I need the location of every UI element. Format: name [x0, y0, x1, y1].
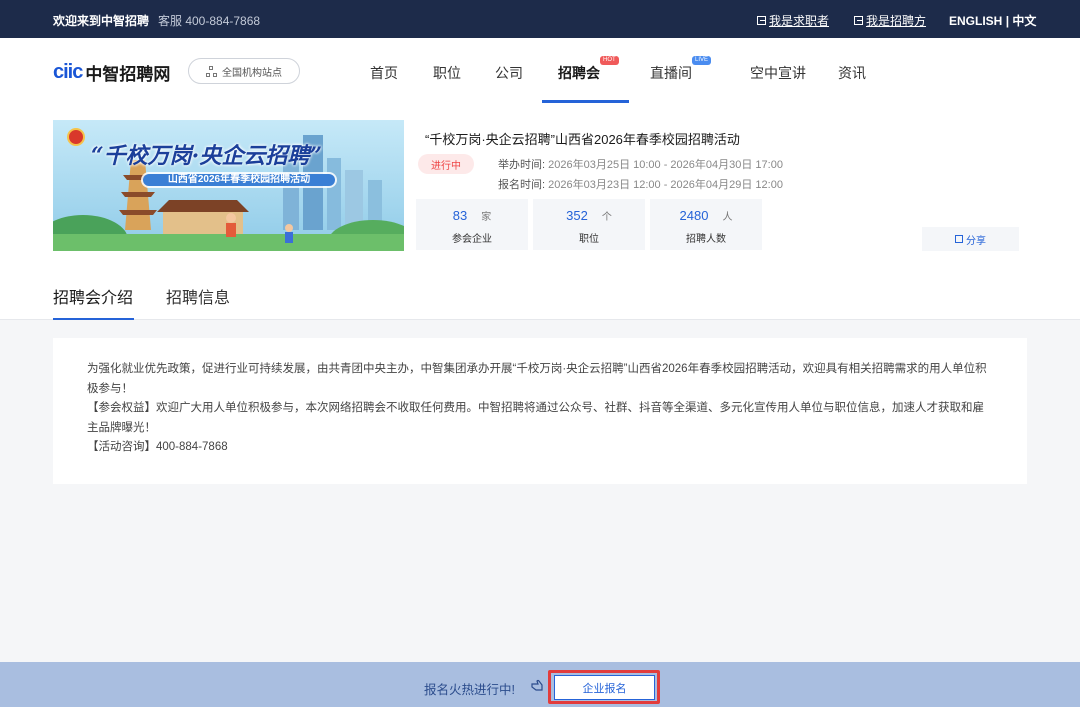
stat-unit: 个 [601, 212, 612, 223]
stat-headcount: 2480 人 招聘人数 [650, 199, 762, 250]
event-title: “千校万岗·央企云招聘”山西省2026年春季校园招聘活动 [425, 132, 740, 147]
event-section: “千校万岗·央企云招聘” 山西省2026年春季校园招聘活动 “千校万岗·央企云招… [0, 103, 1080, 320]
hot-badge: HOT [600, 56, 619, 65]
nav-job-fair[interactable]: 招聘会 [558, 63, 600, 83]
stat-value: 83 [452, 208, 468, 223]
hold-time-row: 举办时间: 2026年03月25日 10:00 - 2026年04月30日 17… [498, 156, 783, 172]
top-bar: 欢迎来到中智招聘 客服 400-884-7868 我是求职者 我是招聘方 ENG… [0, 0, 1080, 38]
tab-recruitment-info[interactable]: 招聘信息 [166, 284, 230, 308]
stat-caption: 参会企业 [452, 234, 492, 245]
nav-jobs[interactable]: 职位 [433, 63, 461, 83]
nav-home[interactable]: 首页 [370, 63, 398, 83]
share-icon [955, 235, 963, 243]
intro-contact: 【活动咨询】400-884-7868 [87, 441, 228, 453]
stat-value: 2480 [679, 208, 709, 223]
registration-hint: 报名火热进行中! [424, 683, 515, 697]
stat-caption: 招聘人数 [686, 234, 726, 245]
service-hotline: 客服 400-884-7868 [158, 14, 261, 28]
banner-subline: 山西省2026年春季校园招聘活动 [167, 174, 311, 185]
network-icon [206, 65, 217, 77]
logo-latin: CIIC [53, 61, 83, 83]
language-switch: ENGLISH | 中文 [949, 12, 1036, 29]
status-badge: 进行中 [418, 154, 474, 174]
event-banner-image: “千校万岗·央企云招聘” 山西省2026年春季校园招聘活动 [53, 120, 404, 251]
nav-air-presentation[interactable]: 空中宣讲 [750, 63, 806, 83]
stat-caption: 职位 [579, 234, 599, 245]
nav-news[interactable]: 资讯 [838, 63, 866, 83]
stat-positions: 352 个 职位 [533, 199, 645, 250]
lang-english[interactable]: ENGLISH [949, 14, 1002, 28]
emblem-icon [67, 128, 85, 146]
main-header: CIIC 中智招聘网 全国机构站点 首页 职位 公司 招聘会 HOT 直播间 L… [0, 38, 1080, 103]
tab-fair-intro[interactable]: 招聘会介绍 [53, 284, 133, 308]
hold-time-value: 2026年03月25日 10:00 - 2026年04月30日 17:00 [548, 159, 783, 171]
company-register-button[interactable]: 企业报名 [554, 675, 655, 700]
lang-chinese[interactable]: 中文 [1012, 14, 1036, 28]
share-label: 分享 [966, 235, 986, 247]
stat-value: 352 [566, 208, 588, 223]
stat-unit: 家 [481, 212, 492, 223]
live-badge: LIVE [692, 56, 712, 65]
tab-divider [0, 319, 1080, 320]
hold-time-label: 举办时间: [498, 159, 546, 171]
welcome-text: 欢迎来到中智招聘 [53, 14, 150, 28]
hand-pointer-icon [531, 679, 543, 691]
logo-chinese: 中智招聘网 [85, 65, 171, 84]
branch-sites-label: 全国机构站点 [222, 67, 282, 79]
fair-intro-panel: 为强化就业优先政策，促进行业可持续发展，由共青团中央主办，中智集团承办开展“千校… [53, 338, 1027, 484]
job-seeker-label: 我是求职者 [769, 14, 830, 28]
tab-active-indicator [53, 318, 134, 320]
nav-companies[interactable]: 公司 [495, 63, 523, 83]
site-logo[interactable]: CIIC 中智招聘网 [53, 60, 170, 85]
signup-time-label: 报名时间: [498, 179, 546, 191]
login-icon [854, 16, 863, 25]
signup-time-value: 2026年03月23日 12:00 - 2026年04月29日 12:00 [548, 179, 783, 191]
branch-sites-button[interactable]: 全国机构站点 [188, 58, 300, 84]
lang-separator: | [1005, 14, 1010, 28]
registration-bar: 报名火热进行中! 企业报名 [0, 662, 1080, 707]
stat-companies: 83 家 参会企业 [416, 199, 528, 250]
intro-benefits: 【参会权益】欢迎广大用人单位积极参与，本次网络招聘会不收取任何费用。中智招聘将通… [87, 402, 984, 434]
nav-live-room[interactable]: 直播间 [650, 63, 692, 83]
recruiter-label: 我是招聘方 [866, 14, 927, 28]
banner-headline: “千校万岗·央企云招聘” [91, 143, 322, 169]
stat-unit: 人 [722, 212, 733, 223]
login-icon [757, 16, 766, 25]
intro-paragraph: 为强化就业优先政策，促进行业可持续发展，由共青团中央主办，中智集团承办开展“千校… [87, 363, 987, 395]
job-seeker-link[interactable]: 我是求职者 [757, 12, 829, 29]
share-button[interactable]: 分享 [922, 227, 1019, 251]
recruiter-link[interactable]: 我是招聘方 [854, 12, 926, 29]
signup-time-row: 报名时间: 2026年03月23日 12:00 - 2026年04月29日 12… [498, 176, 783, 192]
